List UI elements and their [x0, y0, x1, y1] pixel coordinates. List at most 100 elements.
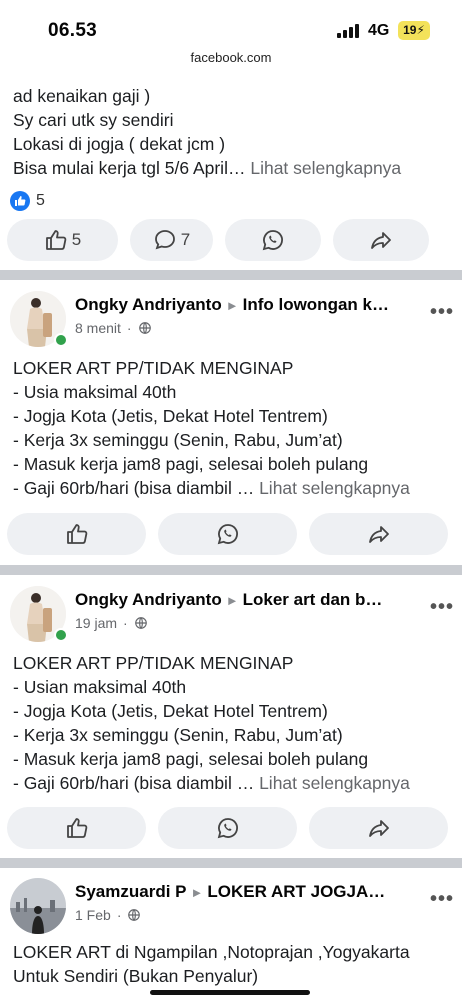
post2-line: - Jogja Kota (Jetis, Dekat Hotel Tentrem… — [13, 406, 328, 426]
share-icon — [371, 232, 391, 249]
status-time: 06.53 — [48, 20, 98, 41]
group-name[interactable]: LOKER ART JOGJA… — [207, 882, 385, 901]
avatar-image — [10, 878, 66, 934]
meta-dot: · — [123, 615, 128, 631]
post-author[interactable]: Ongky Andriyanto ► Loker art dan b… — [75, 590, 382, 610]
post-meta: 8 menit · — [75, 320, 152, 336]
post-time[interactable]: 1 Feb — [75, 907, 111, 923]
post1-clipped-line — [0, 66, 462, 80]
see-more-link[interactable]: Lihat selengkapnya — [250, 158, 401, 178]
avatar[interactable] — [10, 878, 66, 934]
post-meta: 1 Feb · — [75, 907, 141, 923]
post1-line: Lokasi di jogja ( dekat jcm ) — [13, 134, 226, 154]
post2-line: - Gaji 60rb/hari (bisa diambil … Lihat s… — [13, 476, 410, 500]
share-button[interactable] — [309, 513, 448, 555]
post3-line: LOKER ART PP/TIDAK MENGINAP — [13, 653, 294, 673]
post2-line: - Masuk kerja jam8 pagi, selesai boleh p… — [13, 454, 369, 474]
post1-body: ad kenaikan gaji ) Sy cari utk sy sendir… — [0, 84, 401, 180]
whatsapp-share-button[interactable] — [225, 219, 321, 261]
post2-line: LOKER ART PP/TIDAK MENGINAP — [13, 358, 294, 378]
comment-icon — [154, 230, 175, 250]
author-name[interactable]: Ongky Andriyanto — [75, 590, 222, 609]
reaction-summary[interactable]: 5 — [10, 190, 45, 212]
post4-body: LOKER ART di Ngampilan ,Notoprajan ,Yogy… — [0, 940, 410, 988]
post2-action-bar — [7, 513, 448, 555]
arrow-right-icon: ► — [225, 298, 239, 313]
group-name[interactable]: Info lowongan k… — [243, 295, 389, 314]
globe-icon — [128, 909, 141, 921]
post4-line: Untuk Sendiri (Bukan Penyalur) — [13, 966, 259, 986]
post-meta: 19 jam · — [75, 615, 148, 631]
thumbs-up-icon — [66, 818, 87, 838]
like-button[interactable]: 5 — [7, 219, 118, 261]
post3-action-bar — [7, 807, 448, 849]
home-indicator[interactable] — [150, 990, 310, 995]
post3-line: - Usian maksimal 40th — [13, 677, 187, 697]
post3-line: - Kerja 3x seminggu (Senin, Rabu, Jum’at… — [13, 725, 343, 745]
thumbs-up-icon — [45, 230, 67, 250]
whatsapp-icon — [217, 818, 238, 839]
share-button[interactable] — [309, 807, 448, 849]
post3-line: - Jogja Kota (Jetis, Dekat Hotel Tentrem… — [13, 701, 328, 721]
signal-icon — [337, 24, 363, 38]
meta-dot: · — [126, 320, 132, 336]
post-time[interactable]: 8 menit — [75, 320, 121, 336]
see-more-link[interactable]: Lihat selengkapnya — [259, 773, 410, 793]
whatsapp-icon — [262, 230, 283, 251]
battery-icon: 19⚡ — [398, 21, 430, 40]
post1-line: ad kenaikan gaji ) — [13, 86, 151, 106]
whatsapp-icon — [217, 524, 238, 545]
globe-icon — [134, 617, 147, 629]
thumbs-up-icon — [66, 524, 87, 544]
like-button[interactable] — [7, 513, 146, 555]
post3-line: - Masuk kerja jam8 pagi, selesai boleh p… — [13, 749, 369, 769]
arrow-right-icon: ► — [190, 885, 204, 900]
post4-line: LOKER ART di Ngampilan ,Notoprajan ,Yogy… — [13, 942, 410, 962]
feed-separator — [0, 858, 462, 868]
post-author[interactable]: Ongky Andriyanto ► Info lowongan k… — [75, 295, 389, 315]
like-reaction-icon — [10, 191, 30, 211]
post2-line-text: - Gaji 60rb/hari (bisa diambil … — [13, 478, 255, 498]
like-button[interactable] — [7, 807, 146, 849]
feed-separator — [0, 565, 462, 575]
share-button[interactable] — [333, 219, 429, 261]
online-status-dot — [54, 628, 68, 642]
post-time[interactable]: 19 jam — [75, 615, 117, 631]
post1-line-text: Bisa mulai kerja tgl 5/6 April… — [13, 158, 246, 178]
status-bar: 06.53 4G 19⚡ — [0, 0, 462, 50]
group-name[interactable]: Loker art dan b… — [243, 590, 383, 609]
share-icon — [368, 526, 389, 543]
battery-level: 19 — [403, 23, 417, 37]
online-status-dot — [54, 333, 68, 347]
post2-body: LOKER ART PP/TIDAK MENGINAP - Usia maksi… — [0, 356, 410, 500]
post4-header: Syamzuardi P ► LOKER ART JOGJA… 1 Feb · ••… — [0, 878, 462, 938]
arrow-right-icon: ► — [225, 593, 239, 608]
whatsapp-share-button[interactable] — [158, 513, 297, 555]
post2-line: - Kerja 3x seminggu (Senin, Rabu, Jum’at… — [13, 430, 343, 450]
more-icon[interactable]: ••• — [430, 301, 454, 324]
author-name[interactable]: Ongky Andriyanto — [75, 295, 222, 314]
comment-button[interactable]: 7 — [130, 219, 213, 261]
comment-count: 7 — [180, 230, 191, 249]
globe-icon — [138, 322, 151, 334]
post1-line: Bisa mulai kerja tgl 5/6 April… Lihat se… — [13, 156, 401, 180]
post2-line: - Usia maksimal 40th — [13, 382, 177, 402]
post-author[interactable]: Syamzuardi P ► LOKER ART JOGJA… — [75, 882, 385, 902]
post1-line: Sy cari utk sy sendiri — [13, 110, 174, 130]
feed-separator — [0, 270, 462, 280]
author-name[interactable]: Syamzuardi P — [75, 882, 187, 901]
network-label: 4G — [368, 22, 390, 39]
post2-header: Ongky Andriyanto ► Info lowongan k… 8 meni… — [0, 291, 462, 351]
post3-line: - Gaji 60rb/hari (bisa diambil … Lihat s… — [13, 771, 410, 795]
share-icon — [368, 820, 389, 837]
meta-dot: · — [116, 907, 122, 923]
more-icon[interactable]: ••• — [430, 888, 454, 911]
post3-body: LOKER ART PP/TIDAK MENGINAP - Usian maks… — [0, 651, 410, 795]
post3-line-text: - Gaji 60rb/hari (bisa diambil … — [13, 773, 255, 793]
reaction-count: 5 — [36, 192, 45, 209]
more-icon[interactable]: ••• — [430, 596, 454, 619]
whatsapp-share-button[interactable] — [158, 807, 297, 849]
like-count: 5 — [71, 230, 82, 249]
url-bar[interactable]: facebook.com — [0, 50, 462, 65]
see-more-link[interactable]: Lihat selengkapnya — [259, 478, 410, 498]
